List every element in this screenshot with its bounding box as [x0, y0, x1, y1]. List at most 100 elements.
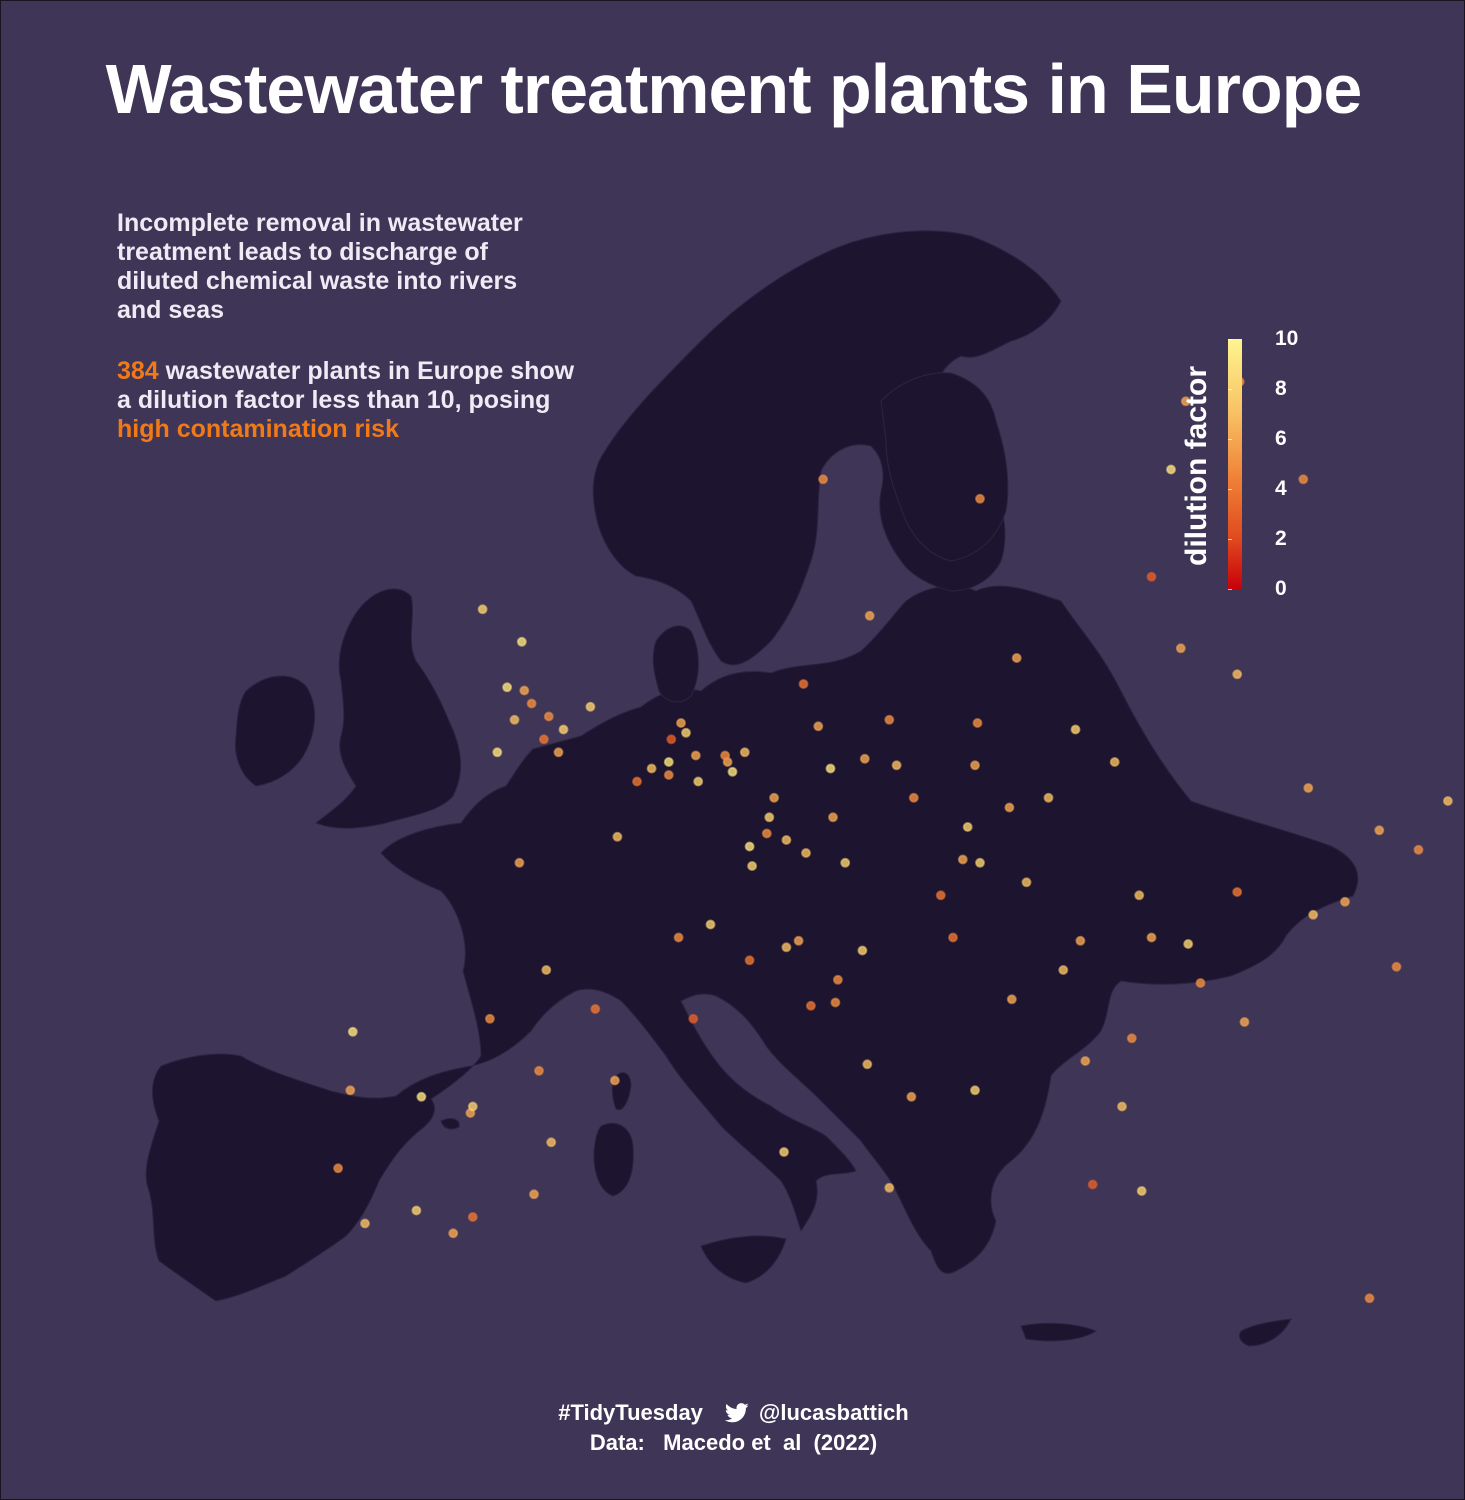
land-mainland	[145, 585, 1359, 1302]
plant-marker	[1374, 825, 1385, 836]
plant-marker	[612, 831, 623, 842]
plant-marker	[908, 792, 919, 803]
plant-marker	[1183, 939, 1194, 949]
plant-marker	[744, 955, 755, 966]
plant-marker	[666, 734, 677, 745]
plant-marker	[1080, 1056, 1091, 1066]
plant-marker	[609, 1075, 620, 1086]
intro-text: Incomplete removal in wastewater treatme…	[117, 209, 523, 324]
plant-marker	[840, 857, 851, 868]
risk-label: high contamination risk	[117, 415, 399, 443]
plant-marker	[1195, 978, 1206, 988]
plant-marker	[519, 685, 530, 696]
footer: #TidyTuesday @lucasbattich Data: Macedo e…	[1, 1398, 1464, 1458]
plant-marker	[529, 1189, 539, 1200]
map-canvas: Wastewater treatment plants in Europe In…	[0, 0, 1465, 1500]
plant-marker	[693, 776, 704, 787]
plant-marker	[781, 942, 792, 953]
plant-marker	[830, 997, 841, 1008]
plant-marker	[764, 812, 775, 823]
plant-marker	[688, 1013, 699, 1024]
plant-marker	[975, 857, 985, 868]
plant-marker	[681, 727, 691, 738]
twitter-icon	[724, 1403, 749, 1423]
plant-marker	[690, 750, 701, 761]
land-crete	[1020, 1322, 1098, 1342]
plant-marker	[957, 854, 968, 865]
legend-tick-6: 6	[1275, 427, 1287, 450]
plant-marker	[543, 711, 554, 722]
plant-marker	[546, 1137, 557, 1148]
plant-marker	[558, 724, 569, 735]
plant-marker	[727, 766, 738, 777]
plant-marker	[347, 1026, 358, 1037]
legend-title-text: dilution factor	[1180, 366, 1213, 566]
plant-marker	[805, 1000, 816, 1011]
plant-marker	[781, 835, 792, 845]
legend-tick-mark	[1228, 489, 1232, 490]
plant-marker	[585, 701, 596, 712]
plant-marker	[962, 822, 973, 832]
legend-tick-mark	[1228, 539, 1232, 540]
legend-tick-2: 2	[1275, 527, 1287, 550]
land-sardinia	[593, 1122, 634, 1197]
plant-marker	[828, 812, 838, 823]
plant-marker	[720, 750, 731, 761]
plant-marker	[360, 1218, 370, 1229]
plant-marker	[862, 1059, 873, 1070]
plant-marker	[411, 1205, 422, 1216]
highlight-text: 384 wastewater plants in Europe show a d…	[117, 357, 577, 444]
land-balearic	[440, 1118, 460, 1130]
footer-social: #TidyTuesday @lucasbattich	[1, 1398, 1464, 1428]
plant-marker	[1303, 783, 1314, 793]
plant-marker	[705, 919, 716, 930]
plant-marker	[646, 763, 657, 774]
plant-marker	[972, 718, 983, 728]
plant-marker	[538, 734, 549, 745]
plant-marker	[1391, 961, 1402, 972]
plant-marker	[1298, 474, 1309, 485]
highlight-body: wastewater plants in Europe show a dilut…	[117, 357, 575, 414]
plant-marker	[832, 974, 843, 985]
plant-marker	[1308, 909, 1319, 920]
plant-marker	[467, 1101, 478, 1112]
plant-marker	[1232, 669, 1243, 680]
plant-marker	[492, 747, 503, 758]
plant-marker	[864, 610, 875, 621]
plant-marker	[1043, 792, 1054, 803]
plant-marker	[1087, 1179, 1098, 1190]
plant-marker	[857, 945, 868, 956]
plant-marker	[663, 770, 674, 780]
hashtag: #TidyTuesday	[558, 1400, 703, 1425]
plant-marker	[948, 932, 958, 943]
plant-marker	[761, 828, 772, 839]
plant-marker	[1175, 643, 1186, 654]
plant-marker	[818, 474, 829, 485]
plant-marker	[541, 965, 552, 975]
plant-marker	[1011, 653, 1022, 663]
legend-tick-8: 8	[1275, 377, 1287, 400]
plant-marker	[970, 760, 980, 771]
legend-tick-mark	[1228, 439, 1232, 440]
plant-marker	[891, 760, 902, 771]
plant-marker	[509, 714, 520, 725]
plant-marker	[345, 1085, 356, 1096]
plant-marker	[793, 935, 804, 946]
plant-marker	[1075, 935, 1086, 946]
plant-marker	[970, 1085, 980, 1096]
plant-marker	[1232, 887, 1243, 897]
plant-marker	[1070, 724, 1081, 735]
plant-marker	[769, 792, 780, 803]
land-jutland	[652, 625, 699, 703]
plant-marker	[935, 890, 946, 901]
plant-marker	[1166, 464, 1176, 475]
plant-marker	[1006, 994, 1017, 1005]
plant-marker	[1146, 571, 1157, 582]
plant-marker	[859, 753, 870, 764]
legend-tick-0: 0	[1275, 577, 1287, 600]
plant-marker	[747, 861, 758, 871]
plant-marker	[448, 1228, 459, 1239]
plant-marker	[514, 857, 525, 868]
plant-marker	[663, 757, 674, 767]
land-cyprus	[1238, 1318, 1292, 1347]
